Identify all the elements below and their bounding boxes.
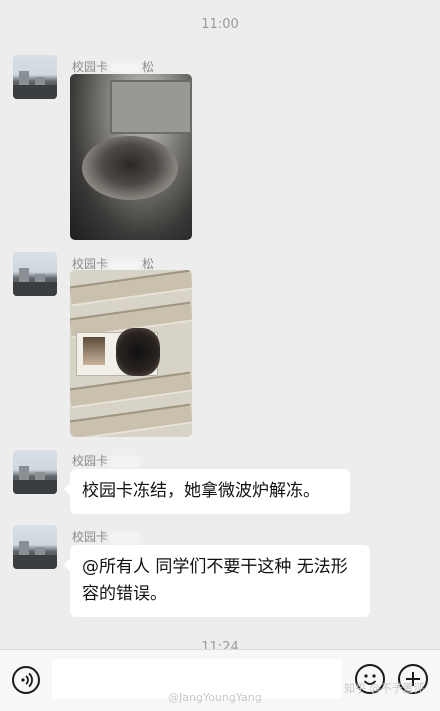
avatar[interactable] (13, 450, 57, 494)
avatar[interactable] (13, 252, 57, 296)
avatar[interactable] (13, 55, 57, 99)
timestamp: 11:00 (201, 17, 239, 32)
voice-icon[interactable] (12, 666, 40, 694)
message-bubble[interactable]: @所有人 同学们不要干这种 无法形容的错误。 (64, 545, 370, 617)
sender-name: 校园卡松 (72, 60, 155, 74)
avatar[interactable] (13, 525, 57, 569)
zhihu-watermark: 知乎 @不予置评 (344, 682, 425, 695)
burnt-card-photo[interactable] (70, 270, 192, 437)
weibo-watermark: @JangYoungYang (168, 691, 262, 704)
message-bubble[interactable]: 校园卡冻结，她拿微波炉解冻。 (64, 469, 350, 514)
sender-name: 校园卡 (72, 528, 142, 545)
sender-name: 校园卡 (72, 452, 142, 469)
input-bar: @JangYoungYang 知乎 @不予置评 (0, 649, 440, 711)
microwave-photo[interactable] (70, 74, 192, 240)
